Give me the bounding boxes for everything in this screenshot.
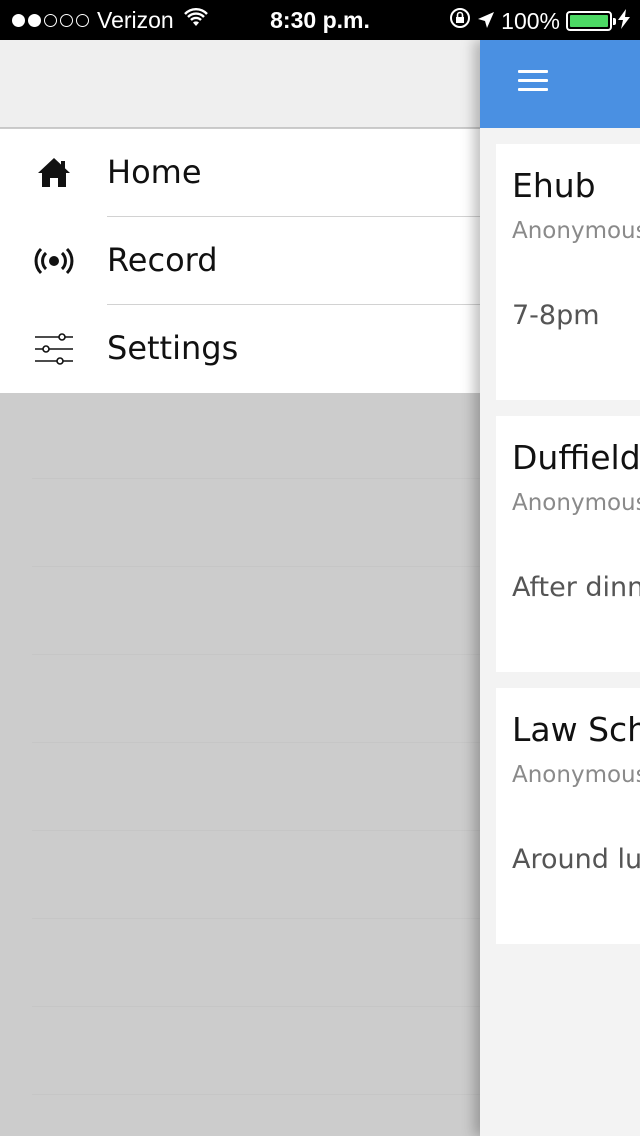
- card-author: Anonymous: [512, 218, 640, 244]
- drawer-item-label: Record: [107, 241, 218, 279]
- drawer-item-record[interactable]: Record: [0, 217, 480, 305]
- card-body: Around lu: [512, 844, 640, 875]
- card-body: 7-8pm: [512, 300, 600, 331]
- main-panel[interactable]: Ehub Anonymous 7-8pm Duffield Anonymous …: [480, 40, 640, 1136]
- drawer-item-label: Settings: [107, 329, 239, 367]
- post-card[interactable]: Ehub Anonymous 7-8pm: [496, 144, 640, 400]
- drawer-menu: Home Record Settings: [0, 129, 480, 393]
- home-icon: [34, 155, 74, 191]
- drawer-item-settings[interactable]: Settings: [0, 305, 480, 393]
- card-title: Law Sch: [512, 710, 640, 749]
- card-author: Anonymous: [512, 762, 640, 788]
- battery-percent: 100%: [501, 7, 560, 34]
- drawer-header: [0, 40, 480, 128]
- post-card[interactable]: Duffield Anonymous After dinn: [496, 416, 640, 672]
- drawer-empty-area: [32, 478, 480, 1128]
- card-author: Anonymous: [512, 490, 640, 516]
- charging-bolt-icon: [618, 8, 630, 35]
- top-bar: [480, 40, 640, 128]
- card-title: Duffield: [512, 438, 640, 477]
- location-arrow-icon: [477, 8, 495, 35]
- drawer-item-label: Home: [107, 153, 202, 191]
- hamburger-menu-icon[interactable]: [518, 70, 548, 94]
- battery-icon: [566, 11, 616, 31]
- card-body: After dinn: [512, 572, 640, 603]
- card-title: Ehub: [512, 166, 596, 205]
- status-bar: Verizon 8:30 p.m. 100%: [0, 0, 640, 40]
- broadcast-icon: [34, 243, 74, 279]
- status-right: 100%: [449, 7, 630, 35]
- post-card[interactable]: Law Sch Anonymous Around lu: [496, 688, 640, 944]
- orientation-lock-icon: [449, 7, 471, 35]
- drawer-item-home[interactable]: Home: [0, 129, 480, 217]
- sliders-icon: [34, 331, 74, 367]
